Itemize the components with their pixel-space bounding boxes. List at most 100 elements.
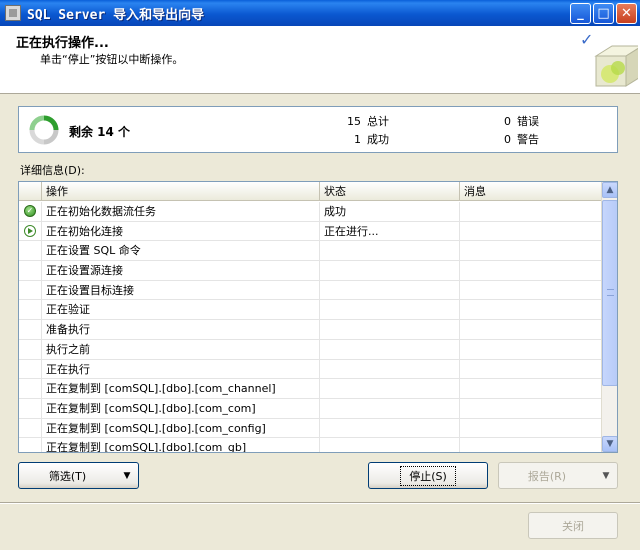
table-row[interactable]: ✓ 正在初始化数据流任务 成功	[19, 202, 602, 222]
success-icon: ✓	[24, 205, 36, 218]
progress-spinner-icon	[29, 115, 59, 145]
operation-cell: 正在执行	[42, 359, 320, 379]
status-cell	[320, 379, 460, 398]
table-row[interactable]: 正在设置 SQL 命令	[19, 241, 602, 262]
app-icon	[5, 5, 21, 21]
scroll-thumb[interactable]	[602, 200, 617, 386]
status-cell	[320, 398, 460, 418]
message-cell	[460, 261, 602, 280]
row-icon-cell	[19, 379, 42, 398]
progress-summary: 剩余 14 个 15 总计 1 成功 0 错误 0 警告	[18, 106, 618, 153]
error-count: 0	[504, 115, 511, 128]
scroll-grip-icon	[607, 289, 614, 296]
total-stat: 15 总计	[339, 113, 389, 129]
footer-divider	[0, 502, 640, 504]
scroll-up-button[interactable]: ▲	[602, 182, 617, 198]
row-icon-cell: ✓	[19, 202, 42, 221]
row-icon-cell	[19, 320, 42, 339]
page-title: 正在执行操作...	[16, 36, 109, 51]
message-cell	[460, 300, 602, 319]
status-cell	[320, 438, 460, 452]
status-cell	[320, 418, 460, 438]
success-count: 1	[354, 133, 361, 146]
message-cell	[460, 438, 602, 452]
message-cell	[460, 419, 602, 438]
status-cell	[320, 280, 460, 300]
table-body: ✓ 正在初始化数据流任务 成功 正在初始化连接 正在进行... 正在设置 SQL 命令 正在…	[19, 202, 602, 452]
report-button[interactable]: 报告(R) ▼	[498, 462, 618, 489]
minimize-button[interactable]: _	[570, 3, 591, 24]
running-icon	[24, 225, 36, 238]
operation-cell: 正在复制到 [comSQL].[dbo].[com_com]	[42, 398, 320, 418]
warning-count: 0	[504, 133, 511, 146]
column-header-status[interactable]: 状态	[320, 182, 460, 201]
status-cell: 成功	[320, 202, 460, 221]
message-cell	[460, 320, 602, 339]
table-row[interactable]: 正在复制到 [comSQL].[dbo].[com_channel]	[19, 379, 602, 399]
error-label: 错误	[517, 115, 539, 128]
row-icon-cell	[19, 280, 42, 300]
message-cell	[460, 379, 602, 398]
filter-button[interactable]: 筛选(T) ▼	[18, 462, 139, 489]
scroll-down-button[interactable]: ▼	[602, 436, 617, 452]
row-icon-cell	[19, 221, 42, 241]
table-row[interactable]: 正在复制到 [comSQL].[dbo].[com_com]	[19, 398, 602, 419]
row-icon-cell	[19, 241, 42, 261]
details-label: 详细信息(D):	[20, 164, 85, 177]
status-cell	[320, 241, 460, 261]
table-row[interactable]: 正在复制到 [comSQL].[dbo].[com_config]	[19, 418, 602, 439]
message-cell	[460, 360, 602, 379]
table-row[interactable]: 正在复制到 [comSQL].[dbo].[com_gb]	[19, 438, 602, 452]
remaining-count: 剩余 14 个	[69, 125, 131, 139]
chevron-down-icon: ▼	[602, 470, 610, 481]
column-header-icon[interactable]	[19, 182, 42, 201]
table-row[interactable]: 正在验证	[19, 300, 602, 321]
close-window-button[interactable]: ✕	[616, 3, 637, 24]
warning-stat: 0 警告	[489, 131, 539, 147]
filter-label: 筛选(T)	[48, 469, 87, 483]
title-bar: SQL Server 导入和导出向导 _ □ ✕	[0, 0, 640, 26]
operation-cell: 执行之前	[42, 339, 320, 359]
table-row[interactable]: 正在执行	[19, 359, 602, 380]
row-icon-cell	[19, 261, 42, 280]
error-stat: 0 错误	[489, 113, 539, 129]
warning-label: 警告	[517, 133, 539, 146]
window-controls: _ □ ✕	[570, 3, 637, 24]
message-cell	[460, 202, 602, 221]
operation-cell: 正在复制到 [comSQL].[dbo].[com_gb]	[42, 438, 320, 452]
table-row[interactable]: 执行之前	[19, 339, 602, 360]
table-header: 操作 状态 消息	[19, 182, 602, 201]
success-label: 成功	[367, 133, 389, 146]
vertical-scrollbar[interactable]: ▲ ▼	[601, 182, 617, 452]
row-icon-cell	[19, 300, 42, 320]
status-cell	[320, 339, 460, 359]
success-stat: 1 成功	[339, 131, 389, 147]
message-cell	[460, 340, 602, 359]
report-label: 报告(R)	[527, 469, 567, 483]
table-row[interactable]: 正在初始化连接 正在进行...	[19, 221, 602, 242]
table-row[interactable]: 准备执行	[19, 320, 602, 340]
maximize-button[interactable]: □	[593, 3, 614, 24]
operation-cell: 正在验证	[42, 300, 320, 320]
wizard-header: 正在执行操作... 单击“停止”按钮以中断操作。 ✓	[0, 26, 640, 94]
details-table[interactable]: 操作 状态 消息 ✓ 正在初始化数据流任务 成功 正在初始化连接 正在进行... 正在设置…	[18, 181, 618, 453]
column-header-message[interactable]: 消息	[460, 182, 602, 201]
stop-button[interactable]: 停止(S)	[368, 462, 488, 489]
operation-cell: 正在设置 SQL 命令	[42, 241, 320, 261]
operation-cell: 正在设置目标连接	[42, 280, 320, 300]
close-label: 关闭	[562, 519, 584, 533]
message-cell	[460, 281, 602, 300]
operation-cell: 正在初始化连接	[42, 221, 320, 241]
status-cell: 正在进行...	[320, 221, 460, 241]
table-row[interactable]: 正在设置目标连接	[19, 280, 602, 301]
row-icon-cell	[19, 418, 42, 438]
page-subtitle: 单击“停止”按钮以中断操作。	[40, 53, 184, 66]
status-cell	[320, 300, 460, 320]
column-header-operation[interactable]: 操作	[42, 182, 320, 201]
row-icon-cell	[19, 438, 42, 452]
operation-cell: 正在初始化数据流任务	[42, 202, 320, 221]
total-label: 总计	[367, 115, 389, 128]
wizard-graphic-icon	[594, 45, 638, 87]
close-button[interactable]: 关闭	[528, 512, 618, 539]
table-row[interactable]: 正在设置源连接	[19, 261, 602, 281]
